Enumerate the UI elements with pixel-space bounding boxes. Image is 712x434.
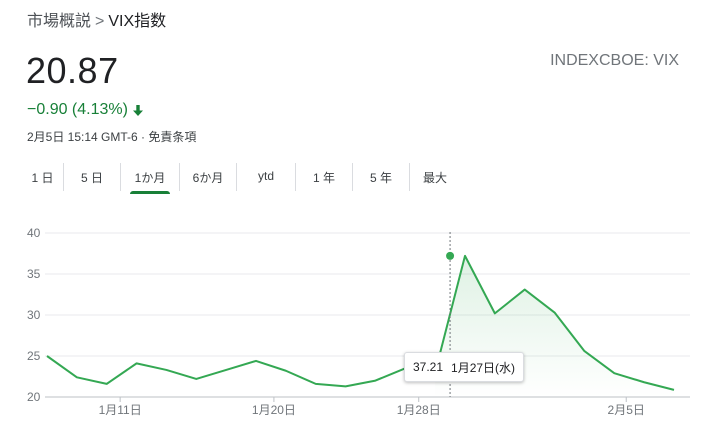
x-tick-label: 1月11日 [99, 403, 142, 417]
y-tick-label: 20 [27, 390, 41, 404]
hover-point [446, 251, 455, 260]
breadcrumb-market-summary-link[interactable]: 市場概説 [27, 13, 91, 30]
range-tab[interactable]: 最大 [409, 163, 460, 191]
price-change-value: −0.90 (4.13%) [27, 101, 128, 118]
y-tick-label: 40 [27, 226, 41, 240]
range-tab[interactable]: 5 日 [63, 163, 120, 191]
x-tick-label: 1月28日 [397, 403, 441, 417]
price-chart[interactable]: 20 25 30 35 40 1月11日 1月20日 1月28日 2月5日 [0, 214, 712, 434]
x-tick-label: 2月5日 [608, 403, 645, 417]
y-tick-label: 30 [27, 308, 41, 322]
breadcrumb-current: VIX指数 [108, 13, 167, 30]
quote-meta: 2月5日 15:14 GMT-6 · 免責条項 [27, 128, 196, 145]
current-price: 20.87 [26, 50, 119, 91]
range-tab[interactable]: 1 年 [295, 163, 352, 191]
breadcrumb: 市場概説 > VIX指数 [27, 7, 166, 31]
x-tick-label: 1月20日 [252, 403, 296, 417]
ticker-symbol: INDEXCBOE: VIX [550, 52, 679, 69]
range-tab[interactable]: 1 日 [22, 163, 63, 191]
breadcrumb-separator: > [95, 13, 105, 30]
disclaimer-link[interactable]: 免責条項 [148, 130, 196, 144]
range-tab[interactable]: 5 年 [352, 163, 409, 191]
y-tick-label: 35 [27, 267, 41, 281]
tooltip-value: 37.21 [413, 360, 444, 374]
range-tabs: 1 日5 日 1か月 6か月 ytd 1 年5 年最大 [22, 163, 460, 191]
arrow-down-icon [132, 104, 144, 117]
y-tick-label: 25 [27, 349, 41, 363]
tooltip-date: 1月27日(水) [451, 360, 516, 375]
price-change: −0.90 (4.13%) [27, 101, 144, 119]
range-tab[interactable]: 6か月 [179, 163, 236, 191]
chart-tooltip: 37.21 1月27日(水) [404, 352, 525, 382]
quote-timestamp: 2月5日 15:14 GMT-6 · [27, 130, 146, 144]
range-tab[interactable]: 1か月 [120, 163, 179, 191]
range-tab[interactable]: ytd [236, 163, 295, 191]
